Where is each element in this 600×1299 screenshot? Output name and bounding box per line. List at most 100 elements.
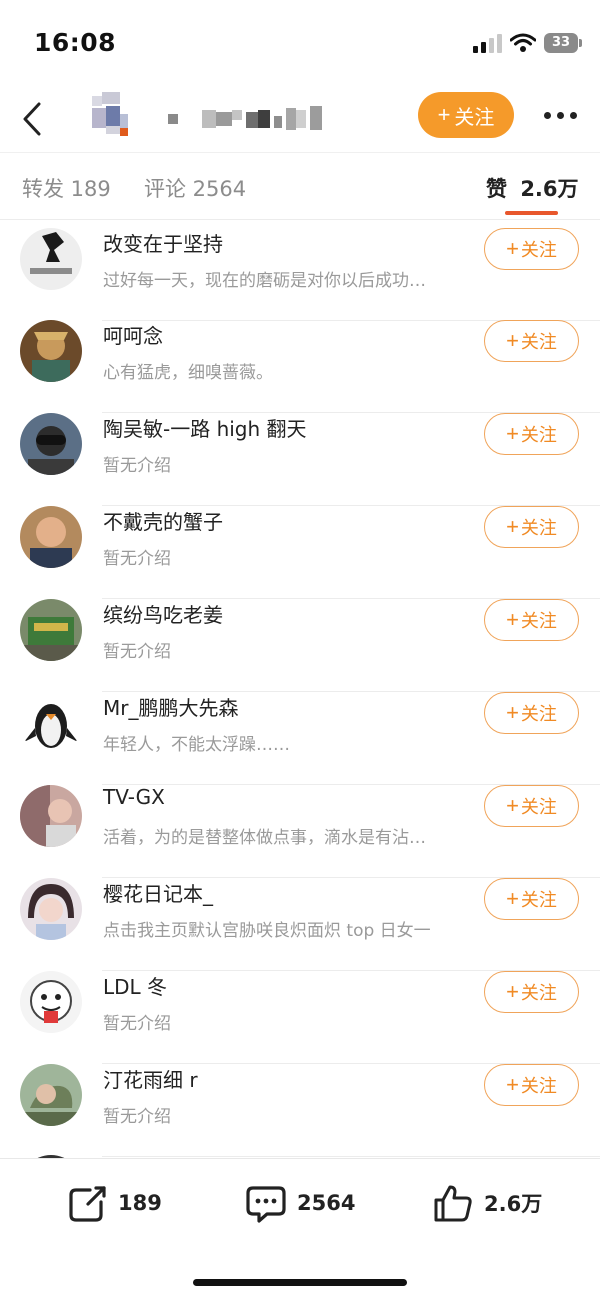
user-bio: 暂无介绍 xyxy=(103,456,171,476)
follow-author-label: 关注 xyxy=(454,106,495,129)
follow-button[interactable]: + 关注 xyxy=(484,971,579,1013)
tab-repost[interactable]: 转发 189 xyxy=(22,173,111,203)
follow-button[interactable]: + 关注 xyxy=(484,1064,579,1106)
follow-button[interactable]: + 关注 xyxy=(484,785,579,827)
user-bio: 活着，为的是替整体做点事，滴水是有沾… xyxy=(103,828,426,848)
follow-button[interactable]: + 关注 xyxy=(484,228,579,270)
user-name[interactable]: 不戴壳的蟹子 xyxy=(103,506,223,535)
follow-label: 关注 xyxy=(520,890,557,910)
follow-label: 关注 xyxy=(520,332,557,352)
more-button[interactable] xyxy=(538,100,582,130)
avatar[interactable] xyxy=(20,599,82,661)
user-name[interactable]: 缤纷鸟吃老姜 xyxy=(103,599,223,628)
list-item[interactable]: 陶吴敏-一路 high 翻天 暂无介绍 + 关注 xyxy=(0,413,600,506)
user-name[interactable]: 陶吴敏-一路 high 翻天 xyxy=(103,413,307,442)
status-bar: 16:08 33 xyxy=(0,0,600,88)
user-name[interactable]: 汀花雨细 r xyxy=(103,1064,198,1093)
bottom-action-bar: 189 2564 2.6万 xyxy=(0,1158,600,1299)
user-bio: 心有猛虎，细嗅蔷薇。 xyxy=(103,363,273,383)
avatar[interactable] xyxy=(20,785,82,847)
tab-likes-label: 赞 xyxy=(486,177,507,201)
list-item[interactable]: TV-GX 活着，为的是替整体做点事，滴水是有沾… + 关注 xyxy=(0,785,600,878)
plus-icon: + xyxy=(506,328,519,353)
user-name[interactable]: 改变在于坚持 xyxy=(103,228,223,257)
likers-list[interactable]: 改变在于坚持 过好每一天，现在的磨砺是对你以后成功… + 关注 呵呵念 心有猛虎，… xyxy=(0,220,600,1158)
user-bio: 年轻人，不能太浮躁…… xyxy=(103,735,290,755)
follow-label: 关注 xyxy=(520,797,557,817)
share-icon xyxy=(69,1186,106,1222)
follow-label: 关注 xyxy=(520,518,557,538)
user-bio: 暂无介绍 xyxy=(103,549,171,569)
plus-icon: + xyxy=(437,102,451,127)
plus-icon: + xyxy=(506,236,519,261)
plus-icon: + xyxy=(506,421,519,446)
like-count: 2.6万 xyxy=(484,1192,543,1216)
list-item[interactable]: 汀花雨细 r 暂无介绍 + 关注 xyxy=(0,1064,600,1157)
plus-icon: + xyxy=(506,514,519,539)
plus-icon: + xyxy=(506,700,519,725)
signal-icon xyxy=(473,33,502,53)
user-name[interactable]: 樱花日记本_ xyxy=(103,878,213,907)
user-name[interactable]: Mr_鹏鹏大先森 xyxy=(103,692,238,721)
list-item[interactable]: 缤纷鸟吃老姜 暂无介绍 + 关注 xyxy=(0,599,600,692)
plus-icon: + xyxy=(506,1072,519,1097)
avatar[interactable] xyxy=(20,506,82,568)
user-name[interactable]: LDL 冬 xyxy=(103,971,167,1000)
follow-button[interactable]: + 关注 xyxy=(484,320,579,362)
follow-label: 关注 xyxy=(520,425,557,445)
user-bio: 过好每一天，现在的磨砺是对你以后成功… xyxy=(103,271,426,291)
thumbs-up-icon xyxy=(434,1185,472,1222)
comment-count: 2564 xyxy=(297,1191,356,1215)
avatar[interactable] xyxy=(20,413,82,475)
user-bio: 暂无介绍 xyxy=(103,1014,171,1034)
list-item[interactable]: Mr_鹏鹏大先森 年轻人，不能太浮躁…… + 关注 xyxy=(0,692,600,785)
user-bio: 暂无介绍 xyxy=(103,1107,171,1127)
comment-button[interactable]: 2564 xyxy=(245,1181,355,1225)
follow-label: 关注 xyxy=(520,240,557,260)
header: + 关注 xyxy=(0,88,600,150)
follow-label: 关注 xyxy=(520,983,557,1003)
follow-label: 关注 xyxy=(520,611,557,631)
interaction-tabs: 转发 189 评论 2564 赞 2.6万 xyxy=(0,152,600,220)
wifi-icon xyxy=(510,33,536,52)
follow-label: 关注 xyxy=(520,704,557,724)
home-indicator[interactable] xyxy=(193,1279,407,1286)
follow-author-button[interactable]: + 关注 xyxy=(418,92,514,138)
chevron-left-icon xyxy=(23,102,41,136)
follow-button[interactable]: + 关注 xyxy=(484,599,579,641)
back-button[interactable] xyxy=(14,94,50,144)
list-item[interactable]: 樱花日记本_ 点击我主页默认宫胁咲良炽面炽 top 日女一 + 关注 xyxy=(0,878,600,971)
avatar[interactable] xyxy=(20,320,82,382)
tab-comment[interactable]: 评论 2564 xyxy=(144,173,246,203)
user-bio: 点击我主页默认宫胁咲良炽面炽 top 日女一 xyxy=(103,921,431,941)
tab-likes[interactable]: 赞 2.6万 xyxy=(486,173,579,203)
plus-icon: + xyxy=(506,793,519,818)
avatar[interactable] xyxy=(20,692,82,754)
follow-button[interactable]: + 关注 xyxy=(484,692,579,734)
follow-button[interactable]: + 关注 xyxy=(484,506,579,548)
follow-button[interactable]: + 关注 xyxy=(484,878,579,920)
user-name[interactable]: 呵呵念 xyxy=(103,320,163,349)
user-name[interactable]: TV-GX xyxy=(103,785,165,809)
follow-button[interactable]: + 关注 xyxy=(484,413,579,455)
status-icons: 33 xyxy=(473,30,582,56)
avatar[interactable] xyxy=(20,971,82,1033)
repost-button[interactable]: 189 xyxy=(66,1181,162,1225)
comment-icon xyxy=(246,1186,286,1223)
user-bio: 暂无介绍 xyxy=(103,642,171,662)
plus-icon: + xyxy=(506,607,519,632)
list-item[interactable]: LDL 冬 暂无介绍 + 关注 xyxy=(0,971,600,1064)
repost-count: 189 xyxy=(118,1191,162,1215)
more-dots-icon xyxy=(543,111,551,119)
status-time: 16:08 xyxy=(34,28,117,57)
active-tab-indicator xyxy=(505,211,558,215)
like-button[interactable]: 2.6万 xyxy=(432,1181,542,1225)
battery-icon: 33 xyxy=(544,33,582,53)
avatar[interactable] xyxy=(20,878,82,940)
avatar[interactable] xyxy=(20,228,82,290)
list-item[interactable]: 改变在于坚持 过好每一天，现在的磨砺是对你以后成功… + 关注 xyxy=(0,228,600,321)
list-item[interactable]: 不戴壳的蟹子 暂无介绍 + 关注 xyxy=(0,506,600,599)
list-item[interactable]: 呵呵念 心有猛虎，细嗅蔷薇。 + 关注 xyxy=(0,320,600,413)
avatar[interactable] xyxy=(20,1064,82,1126)
blurred-author-name xyxy=(92,92,342,148)
